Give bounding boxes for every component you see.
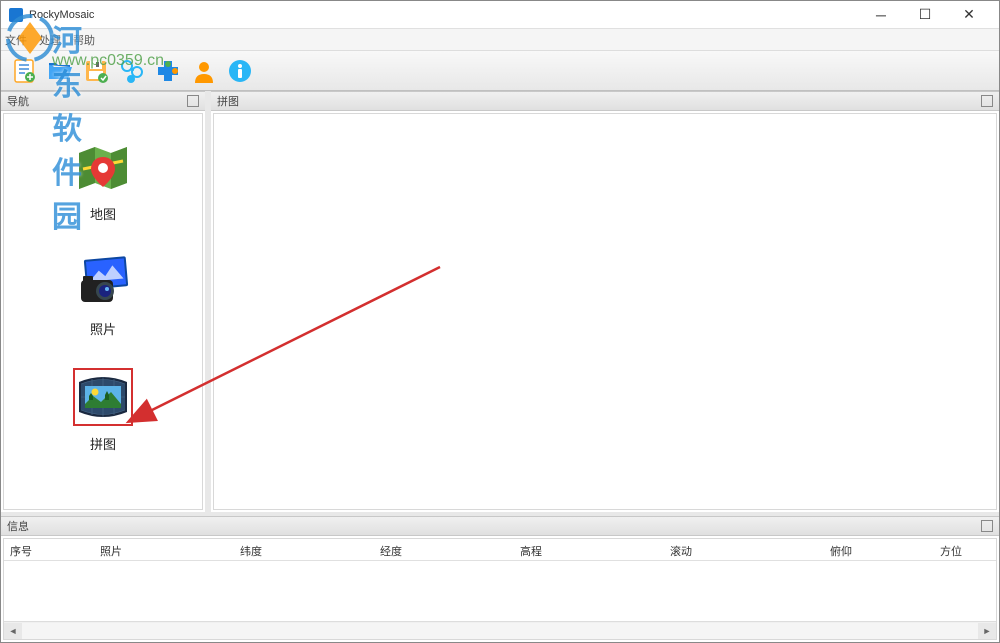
new-project-button[interactable] [7, 54, 41, 88]
main-panel-title: 拼图 [217, 93, 239, 109]
user-icon [190, 57, 218, 85]
nav-item-photo[interactable]: 照片 [69, 249, 137, 358]
info-panel: 信息 序号 照片 纬度 经度 高程 滚动 俯仰 方位 ◄ ► [1, 512, 999, 642]
dock-toggle-icon[interactable] [981, 95, 993, 107]
mosaic-icon [75, 370, 131, 424]
open-button[interactable] [43, 54, 77, 88]
minimize-button[interactable]: ─ [859, 1, 903, 29]
main-body[interactable] [213, 113, 997, 510]
photo-icon [75, 254, 131, 310]
scroll-track[interactable] [22, 623, 978, 639]
titlebar: RockyMosaic ─ ☐ ✕ [1, 1, 999, 29]
window-controls: ─ ☐ ✕ [859, 1, 991, 29]
scroll-right-icon[interactable]: ► [978, 623, 996, 639]
window-title: RockyMosaic [29, 9, 859, 21]
menu-help[interactable]: 帮助 [73, 32, 95, 48]
save-icon [82, 57, 110, 85]
user-button[interactable] [187, 54, 221, 88]
nav-body: 地图 [3, 113, 203, 510]
info-panel-title: 信息 [7, 518, 29, 534]
nav-item-map[interactable]: 地图 [69, 134, 137, 243]
nav-panel: 导航 [1, 91, 211, 512]
dock-toggle-icon[interactable] [187, 95, 199, 107]
main-panel: 拼图 [211, 91, 999, 512]
upper-panels: 导航 [1, 91, 999, 512]
process-button[interactable] [115, 54, 149, 88]
plugin-icon [154, 57, 182, 85]
save-button[interactable] [79, 54, 113, 88]
nav-label-map: 地图 [90, 204, 116, 223]
col-sequence[interactable]: 序号 [4, 539, 94, 560]
plugin-button[interactable] [151, 54, 185, 88]
close-button[interactable]: ✕ [947, 1, 991, 29]
info-button[interactable] [223, 54, 257, 88]
col-latitude[interactable]: 纬度 [234, 539, 374, 560]
open-icon [46, 57, 74, 85]
col-azimuth[interactable]: 方位 [934, 539, 984, 560]
nav-label-photo: 照片 [90, 319, 116, 338]
scroll-left-icon[interactable]: ◄ [4, 623, 22, 639]
table-header: 序号 照片 纬度 经度 高程 滚动 俯仰 方位 [4, 539, 996, 561]
col-photo[interactable]: 照片 [94, 539, 234, 560]
app-icon [9, 8, 23, 22]
maximize-button[interactable]: ☐ [903, 1, 947, 29]
table-rows [4, 561, 996, 621]
main-panel-header: 拼图 [211, 91, 999, 111]
app-window: RockyMosaic ─ ☐ ✕ 文件 处理 帮助 [0, 0, 1000, 643]
new-project-icon [10, 57, 38, 85]
nav-panel-title: 导航 [7, 93, 29, 109]
col-elevation[interactable]: 高程 [514, 539, 664, 560]
dock-toggle-icon[interactable] [981, 520, 993, 532]
nav-item-mosaic[interactable]: 拼图 [69, 364, 137, 473]
col-roll[interactable]: 滚动 [664, 539, 824, 560]
col-longitude[interactable]: 经度 [374, 539, 514, 560]
nav-label-mosaic: 拼图 [90, 434, 116, 453]
info-icon [226, 57, 254, 85]
content-area: 导航 [1, 91, 999, 642]
menu-process[interactable]: 处理 [39, 32, 61, 48]
nav-panel-header: 导航 [1, 91, 205, 111]
toolbar [1, 51, 999, 91]
map-icon [75, 139, 131, 195]
menu-file[interactable]: 文件 [5, 32, 27, 48]
info-body: 序号 照片 纬度 经度 高程 滚动 俯仰 方位 ◄ ► [3, 538, 997, 640]
info-panel-header: 信息 [1, 516, 999, 536]
menubar: 文件 处理 帮助 [1, 29, 999, 51]
col-pitch[interactable]: 俯仰 [824, 539, 934, 560]
process-icon [118, 57, 146, 85]
horizontal-scrollbar[interactable]: ◄ ► [4, 621, 996, 639]
